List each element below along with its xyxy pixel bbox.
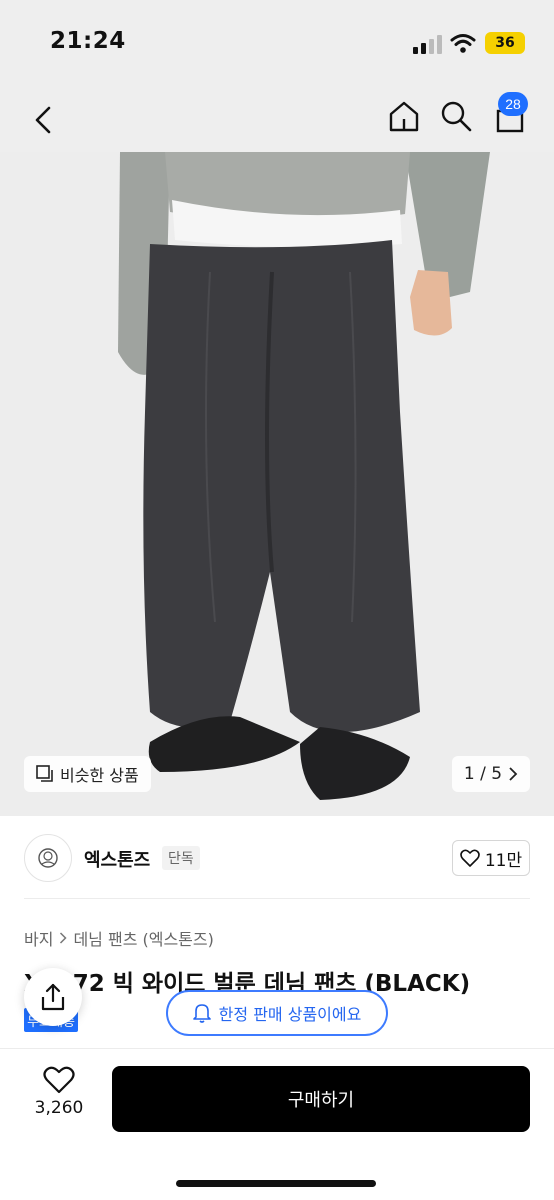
limited-sale-label: 한정 판매 상품이에요 <box>218 1005 362 1024</box>
share-button[interactable] <box>24 968 82 1026</box>
cart-count-badge: 28 <box>498 92 528 116</box>
chevron-right-icon <box>60 932 68 944</box>
image-page-indicator[interactable]: 1 / 5 <box>452 756 530 792</box>
brand-like-count: 11만 <box>484 850 523 871</box>
back-button[interactable] <box>26 98 60 142</box>
status-bar: 21:24 36 <box>0 0 554 88</box>
chevron-left-icon <box>35 106 51 134</box>
chevron-right-icon <box>509 767 518 781</box>
brand-like-button[interactable]: 11만 <box>452 840 530 876</box>
brand-logo[interactable] <box>24 834 72 882</box>
status-time: 21:24 <box>50 28 126 54</box>
product-image-gallery[interactable] <box>0 152 554 816</box>
breadcrumb-category[interactable]: 바지 <box>24 926 53 950</box>
breadcrumb: 바지 데님 팬츠 (엑스톤즈) <box>24 926 214 950</box>
wishlist-count: 3,260 <box>34 1098 84 1118</box>
divider <box>24 898 530 899</box>
similar-products-label: 비슷한 상품 <box>60 766 139 785</box>
bell-icon <box>192 1004 211 1023</box>
home-indicator[interactable] <box>176 1180 376 1187</box>
wishlist-button[interactable]: 3,260 <box>24 1066 94 1130</box>
home-icon <box>389 101 419 132</box>
search-icon <box>441 101 472 132</box>
cellular-signal-icon <box>413 35 442 54</box>
brand-name[interactable]: 엑스톤즈 <box>84 846 150 872</box>
battery-level: 36 <box>495 35 515 51</box>
similar-items-icon <box>36 765 53 782</box>
search-button[interactable] <box>436 94 476 138</box>
battery-icon: 36 <box>485 32 525 54</box>
similar-products-button[interactable]: 비슷한 상품 <box>24 756 151 792</box>
product-photo <box>0 152 554 816</box>
heart-icon <box>43 1066 75 1094</box>
wifi-icon <box>450 34 476 53</box>
nav-bar <box>0 88 554 152</box>
home-button[interactable] <box>384 94 424 138</box>
limited-sale-notice[interactable]: 한정 판매 상품이에요 <box>166 990 388 1036</box>
brand-emblem-icon <box>38 848 58 868</box>
heart-icon <box>460 849 480 867</box>
exclusive-tag: 단독 <box>162 846 200 870</box>
breadcrumb-subcategory[interactable]: 데님 팬츠 (엑스톤즈) <box>73 926 213 950</box>
page-indicator-text: 1 / 5 <box>463 764 503 784</box>
brand-row: 엑스톤즈 단독 11만 <box>0 830 554 888</box>
share-icon <box>41 983 65 1011</box>
buy-button[interactable]: 구매하기 <box>112 1066 530 1132</box>
